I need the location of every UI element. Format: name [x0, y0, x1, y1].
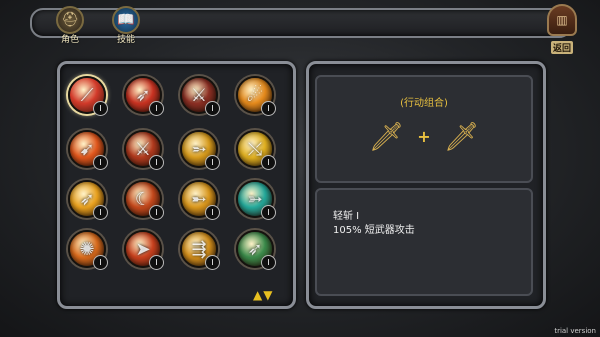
spear-thrust-icon: ⤯: [247, 138, 263, 160]
skill-rank-badge: I: [149, 101, 164, 116]
skill-slot[interactable]: ☄ I: [236, 76, 276, 116]
skill-slot[interactable]: ✺ I: [68, 230, 108, 270]
bow-shot-icon: ➳: [247, 188, 263, 210]
skill-slot[interactable]: ➤ I: [124, 230, 164, 270]
watermark: trial version: [554, 327, 596, 335]
skill-rank-badge: I: [149, 155, 164, 170]
skill-slot[interactable]: ☾ I: [124, 180, 164, 220]
lunge-icon: ➤: [135, 238, 151, 260]
skill-slot[interactable]: ⚔ I: [180, 76, 220, 116]
skill-rank-badge: I: [93, 255, 108, 270]
spear-volley-icon: ⇶: [191, 238, 207, 260]
scroll-arrows: ▲▼: [253, 288, 273, 302]
skill-slot[interactable]: ➹ I: [68, 130, 108, 170]
combo-box: (行动组合) 🗡 + 🗡: [315, 75, 533, 183]
tab-skills[interactable]: 📖 技能: [106, 6, 146, 45]
back-button-label: 返回: [550, 41, 573, 54]
skill-slot[interactable]: ⤯ I: [236, 130, 276, 170]
flame-slash-icon: ➹: [79, 138, 95, 160]
tab-skills-label: 技能: [116, 35, 135, 45]
skill-rank-badge: I: [261, 155, 276, 170]
plus-symbol: +: [417, 127, 431, 146]
blade-strike-icon: ⚔: [190, 84, 208, 106]
triangle-down-icon[interactable]: ▼: [263, 288, 273, 302]
skill-slot[interactable]: ➵ I: [180, 130, 220, 170]
skill-rank-badge: I: [205, 255, 220, 270]
helmet-icon: ⛑: [56, 6, 84, 34]
skill-rank-badge: I: [93, 101, 108, 116]
poison-arrow-icon: ➶: [247, 238, 263, 260]
door-icon: ▥: [547, 4, 577, 36]
claw-slash-icon: ⟋: [80, 84, 94, 106]
skill-slot[interactable]: ➶ I: [236, 230, 276, 270]
skill-slot[interactable]: ⚔ I: [124, 130, 164, 170]
twin-dagger-icon: ⚔: [134, 138, 152, 160]
gust-slash-icon: ➶: [79, 188, 95, 210]
skill-slot[interactable]: ➸ I: [180, 180, 220, 220]
skill-rank-badge: I: [261, 205, 276, 220]
skill-rank-badge: I: [149, 255, 164, 270]
tab-character-label: 角色: [60, 35, 79, 45]
skill-slot[interactable]: ➶ I: [68, 180, 108, 220]
arrow-volley-icon: ➶: [135, 84, 151, 106]
combo-weapons: 🗡 + 🗡: [317, 120, 531, 153]
dagger-throw-icon: ➸: [191, 188, 207, 210]
short-sword-icon: 🗡: [368, 120, 405, 153]
back-button[interactable]: ▥ 返回: [544, 4, 580, 55]
piercing-thrust-icon: ➵: [191, 138, 207, 160]
fire-sweep-icon: ☄: [246, 84, 264, 106]
skill-rank-badge: I: [261, 101, 276, 116]
skill-rank-badge: I: [93, 155, 108, 170]
skill-description-box: 轻斩 I 105% 短武器攻击: [315, 188, 533, 296]
skill-rank-badge: I: [205, 155, 220, 170]
skill-rank-badge: I: [205, 101, 220, 116]
whirlwind-icon: ✺: [79, 238, 95, 260]
short-sword-icon: 🗡: [443, 120, 480, 153]
skill-slot[interactable]: ⟋ I: [68, 76, 108, 116]
skill-slot[interactable]: ➳ I: [236, 180, 276, 220]
skill-rank-badge: I: [205, 205, 220, 220]
spellbook-icon: 📖: [112, 6, 140, 34]
combo-title: (行动组合): [400, 98, 448, 109]
skill-slot[interactable]: ➶ I: [124, 76, 164, 116]
triangle-up-icon[interactable]: ▲: [253, 288, 263, 302]
skill-name: 轻斩 I: [333, 211, 360, 222]
skill-description: 105% 短武器攻击: [333, 225, 415, 236]
tab-character[interactable]: ⛑ 角色: [50, 6, 90, 45]
skill-rank-badge: I: [93, 205, 108, 220]
crescent-blade-icon: ☾: [134, 188, 152, 210]
skill-slot[interactable]: ⇶ I: [180, 230, 220, 270]
skill-rank-badge: I: [149, 205, 164, 220]
skill-rank-badge: I: [261, 255, 276, 270]
